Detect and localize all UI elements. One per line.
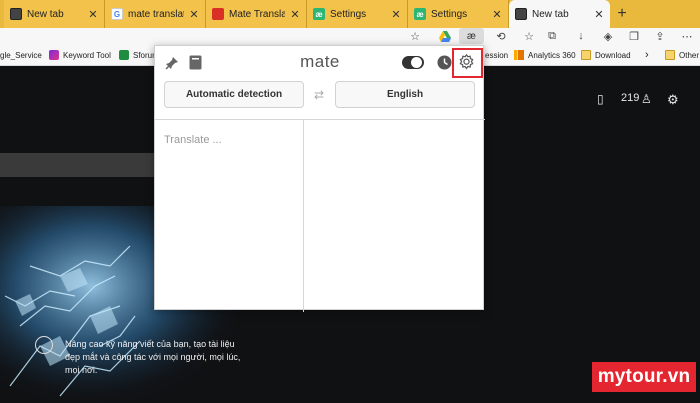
rewards-count: 219 (621, 92, 640, 104)
share-icon[interactable]: ⇪ (653, 29, 667, 43)
tab-settings-2[interactable]: æ Settings ✕ (408, 0, 509, 28)
bookmark-label: Keyword Tool (63, 50, 111, 60)
globe-icon (35, 336, 53, 354)
chevron-right-icon[interactable]: › (645, 48, 649, 62)
collections-icon[interactable]: ⧉ (545, 29, 559, 43)
tab-new-tab-active[interactable]: New tab ✕ (509, 0, 610, 28)
close-icon[interactable]: ✕ (391, 8, 401, 21)
browser-toolbar: ☆ æ ⟲ ☆ ⧉ ↓ ◈ ❐ ⇪ ⋯ (0, 28, 700, 44)
toggle-switch[interactable] (402, 56, 424, 69)
translate-input-placeholder: Translate ... (164, 134, 222, 146)
extensions-icon[interactable]: ⟲ (494, 29, 508, 43)
tab-new-tab[interactable]: New tab ✕ (4, 0, 105, 28)
translation-panes: Translate ... (155, 119, 485, 312)
bookmark-other[interactable]: Other (665, 48, 699, 62)
analytics-icon (514, 50, 524, 60)
new-tab-button[interactable]: + (610, 0, 634, 28)
history-icon[interactable] (437, 55, 452, 70)
promo-text: Nâng cao kỹ năng viết của bạn, tạo tài l… (65, 339, 241, 375)
tab-mate-translate-store[interactable]: Mate Translate – tr ✕ (206, 0, 307, 28)
mate-icon: æ (414, 8, 426, 20)
popup-header: mate (155, 46, 485, 79)
tab-mate-translate-search[interactable]: G mate translate - Ti ✕ (105, 0, 206, 28)
newtab-icon (10, 8, 22, 20)
tab-title: New tab (27, 8, 64, 20)
folder-icon (665, 50, 675, 60)
input-pane[interactable]: Translate ... (155, 120, 304, 312)
folder-icon (581, 50, 591, 60)
bookmark-sforum[interactable]: Sforum (119, 48, 159, 62)
bookmark-analytics-360[interactable]: Analytics 360 (514, 48, 576, 62)
google-drive-icon[interactable] (438, 29, 452, 43)
bookmark-label: Analytics 360 (528, 50, 576, 60)
close-icon[interactable]: ✕ (492, 8, 502, 21)
tab-title: Mate Translate – tr (229, 8, 285, 20)
bookmark-download[interactable]: Download (581, 48, 631, 62)
bookmark-session[interactable]: ession (485, 48, 508, 62)
swap-icon[interactable]: ⇄ (312, 88, 326, 102)
tab-strip: New tab ✕ G mate translate - Ti ✕ Mate T… (0, 0, 700, 28)
bookmark-service[interactable]: gle_Service (0, 48, 42, 62)
popup-title: mate (300, 52, 340, 71)
bookmark-label: gle_Service (0, 50, 42, 60)
close-icon[interactable]: ✕ (290, 8, 300, 21)
mate-translate-popup: mate Automatic detection ⇄ English Trans… (154, 45, 485, 312)
tab-title: Settings (330, 8, 367, 20)
output-pane (305, 120, 485, 312)
download-icon[interactable]: ↓ (574, 29, 588, 43)
page-settings-icon[interactable]: ⚙ (667, 92, 679, 108)
google-icon: G (111, 8, 123, 20)
keyword-icon (49, 50, 59, 60)
bookmark-label: ession (485, 50, 509, 60)
favorites-icon[interactable]: ☆ (522, 29, 536, 43)
mate-icon: æ (313, 8, 325, 20)
bookmark-keyword-tool[interactable]: Keyword Tool (49, 48, 111, 62)
tab-title: Settings (431, 8, 468, 20)
favorites-star-icon[interactable]: ☆ (408, 29, 422, 43)
close-icon[interactable]: ✕ (189, 8, 199, 21)
target-language-button[interactable]: English (335, 81, 475, 108)
close-icon[interactable]: ✕ (594, 8, 604, 21)
tab-title: mate translate - Ti (128, 8, 184, 20)
tab-title: New tab (532, 8, 569, 20)
search-bar-background[interactable] (0, 153, 160, 177)
phone-icon[interactable]: ▯ (597, 92, 604, 106)
source-language-button[interactable]: Automatic detection (164, 81, 304, 108)
toggle-knob (411, 57, 422, 68)
bookmark-label: Other (679, 50, 700, 60)
mytour-logo: mytour.vn (592, 362, 696, 392)
settings-gear-icon[interactable] (458, 54, 475, 71)
mate-extension-button[interactable]: æ (459, 28, 484, 44)
tab-settings-1[interactable]: æ Settings ✕ (307, 0, 408, 28)
trophy-icon[interactable]: ♙ (641, 92, 652, 106)
workspaces-icon[interactable]: ❐ (627, 29, 641, 43)
browser-essentials-icon[interactable]: ◈ (601, 29, 615, 43)
sforum-icon (119, 50, 129, 60)
bookmark-label: Download (595, 50, 631, 60)
newtab-icon (515, 8, 527, 20)
close-icon[interactable]: ✕ (88, 8, 98, 21)
language-selector-row: Automatic detection ⇄ English (155, 81, 485, 109)
chrome-store-icon (212, 8, 224, 20)
more-icon[interactable]: ⋯ (680, 29, 694, 43)
